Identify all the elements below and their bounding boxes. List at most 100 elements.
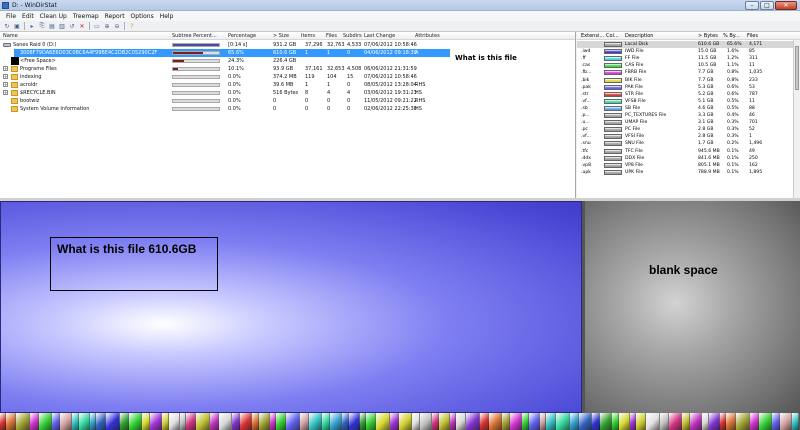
extension-row[interactable]: .vp8 VP8 File 805.1 MB 0.1% 162 xyxy=(577,162,800,169)
menu-clean-up[interactable]: Clean Up xyxy=(37,11,70,21)
treemap-file-tile[interactable] xyxy=(660,413,669,430)
directory-row[interactable]: + Programe Files 10.1% 93.9 GB 37,161 32,653 4… xyxy=(0,65,575,73)
directory-row[interactable]: System Volume Information 0.0% 0 0 0 0 02/06/2… xyxy=(0,105,575,113)
treemap-file-tile[interactable] xyxy=(169,413,180,430)
col-percent-bytes[interactable]: % By... xyxy=(723,33,740,39)
treemap-file-tile[interactable] xyxy=(286,413,300,430)
treemap-file-tile[interactable] xyxy=(342,413,349,430)
treemap-file-tile[interactable] xyxy=(399,413,412,430)
col-subtree-percent[interactable]: Subtree Percent... xyxy=(172,33,217,39)
treemap-file-tile[interactable] xyxy=(759,413,772,430)
treemap-file-tile[interactable] xyxy=(309,413,322,430)
directory-row[interactable]: 3008F79DA6E6D03C0BC6A4F99BE4C2DB2C05290C… xyxy=(14,49,450,57)
treemap-file-tile[interactable] xyxy=(259,413,270,430)
treemap-file-tile[interactable] xyxy=(480,413,489,430)
menu-file[interactable]: File xyxy=(3,11,19,21)
extension-scrollbar[interactable] xyxy=(793,40,800,198)
expand-toggle-icon[interactable]: + xyxy=(3,90,8,95)
treemap-file-tile[interactable] xyxy=(702,413,709,430)
col-color[interactable]: Col... xyxy=(606,33,619,39)
treemap-file-tile[interactable] xyxy=(60,413,72,430)
directory-row[interactable]: bootwiz 0.0% 0 0 0 0 11/05/2012 09:21:22 RHS xyxy=(0,97,575,105)
menu-options[interactable]: Options xyxy=(128,11,157,21)
treemap-file-tile[interactable] xyxy=(612,413,619,430)
treemap-file-tile[interactable] xyxy=(96,413,106,430)
treemap-file-tile[interactable] xyxy=(529,413,540,430)
treemap-file-tile[interactable] xyxy=(579,413,592,430)
treemap-file-tile[interactable] xyxy=(322,413,330,430)
copy-icon[interactable]: ⎘ xyxy=(38,22,46,30)
treemap-file-tile[interactable] xyxy=(792,413,799,430)
treemap-file-tile[interactable] xyxy=(750,413,759,430)
zoom-in-icon[interactable]: ⊕ xyxy=(103,22,111,30)
treemap-file-tile[interactable] xyxy=(142,413,150,430)
treemap-file-tile[interactable] xyxy=(276,413,286,430)
extension-row[interactable]: .bik BIK File 7.7 GB 0.8% 233 xyxy=(577,77,800,84)
scrollbar-thumb[interactable] xyxy=(795,46,799,90)
treemap-file-tile[interactable] xyxy=(466,413,480,430)
menu-help[interactable]: Help xyxy=(157,11,177,21)
col-name[interactable]: Name xyxy=(3,33,18,39)
col-files[interactable]: Files xyxy=(326,33,337,39)
extension-row[interactable]: .pak PAK File 5.3 GB 0.6% 53 xyxy=(577,84,800,91)
refresh-icon[interactable]: ↻ xyxy=(3,22,11,30)
extension-row[interactable]: .snu SNU File 1.7 GB 0.2% 1,496 xyxy=(577,140,800,147)
new-folder-icon[interactable]: ▭ xyxy=(93,22,101,30)
extension-row[interactable]: .sb SB File 4.6 GB 0.5% 88 xyxy=(577,105,800,112)
extension-row[interactable]: .vf... VFSI File 2.8 GB 0.3% 1 xyxy=(577,133,800,140)
treemap-file-tile[interactable] xyxy=(619,413,630,430)
treemap-file-tile[interactable] xyxy=(79,413,90,430)
treemap-file-tile[interactable] xyxy=(439,413,450,430)
extension-row[interactable]: .iwd IWD File 15.0 GB 1.6% 85 xyxy=(577,48,800,55)
extension-row[interactable]: .upk UPK File 788.9 MB 0.1% 1,895 xyxy=(577,169,800,176)
open-icon[interactable]: ▤ xyxy=(48,22,56,30)
treemap-file-tile[interactable] xyxy=(240,413,252,430)
treemap-file-tile[interactable] xyxy=(510,413,522,430)
treemap-block-free-space[interactable]: blank space xyxy=(585,201,800,413)
treemap-file-tile[interactable] xyxy=(366,413,376,430)
treemap-file-tile[interactable] xyxy=(489,413,502,430)
extension-row[interactable]: .tfc TFC File 945.6 MB 0.1% 49 xyxy=(577,148,800,155)
col-items[interactable]: Items xyxy=(301,33,315,39)
directory-row[interactable]: Sanes Raid 0 (D:) [0:14 s] 931.2 GB 37,296 3… xyxy=(0,41,575,49)
col-subdirs[interactable]: Subdirs xyxy=(343,33,362,39)
col-bytes[interactable]: > Bytes xyxy=(698,33,718,39)
treemap-small-files-strip[interactable] xyxy=(0,413,800,430)
col-extension[interactable]: Extensi... xyxy=(581,33,604,39)
treemap-file-tile[interactable] xyxy=(72,413,79,430)
treemap-file-tile[interactable] xyxy=(330,413,342,430)
treemap-file-tile[interactable] xyxy=(162,413,169,430)
treemap-file-tile[interactable] xyxy=(39,413,52,430)
treemap-file-tile[interactable] xyxy=(186,413,196,430)
extension-row[interactable]: .p... PC_TEXTURES File 3.3 GB 0.4% 46 xyxy=(577,112,800,119)
expand-toggle-icon[interactable]: + xyxy=(3,74,8,79)
treemap-file-tile[interactable] xyxy=(390,413,399,430)
select-icon[interactable]: ▣ xyxy=(13,22,21,30)
extension-row[interactable]: .cas CAS File 10.5 GB 1.1% 11 xyxy=(577,62,800,69)
directory-row[interactable]: + indexing 0.0% 374.2 MB 119 104 15 07/06/2012 … xyxy=(0,73,575,81)
treemap-file-tile[interactable] xyxy=(709,413,720,430)
treemap-file-tile[interactable] xyxy=(592,413,600,430)
treemap-file-tile[interactable] xyxy=(780,413,792,430)
extension-list[interactable]: Extensi... Col... Description > Bytes % … xyxy=(577,32,800,198)
treemap-file-tile[interactable] xyxy=(556,413,570,430)
extension-row[interactable]: .ff FF File 11.5 GB 1.2% 311 xyxy=(577,55,800,62)
expand-toggle-icon[interactable]: + xyxy=(3,66,8,71)
menu-edit[interactable]: Edit xyxy=(19,11,37,21)
expand-toggle-icon[interactable]: + xyxy=(3,82,8,87)
treemap-file-tile[interactable] xyxy=(669,413,682,430)
menu-report[interactable]: Report xyxy=(102,11,128,21)
treemap-file-tile[interactable] xyxy=(432,413,439,430)
treemap-file-tile[interactable] xyxy=(376,413,390,430)
col-size[interactable]: > Size xyxy=(273,33,289,39)
extension-row[interactable]: .u... UMAP File 3.1 GB 0.3% 701 xyxy=(577,119,800,126)
close-button[interactable]: ✕ xyxy=(775,1,797,10)
extension-row[interactable]: Local Disk 610.6 GB 65.6% 4,171 xyxy=(577,41,800,49)
treemap-file-tile[interactable] xyxy=(600,413,612,430)
col-percentage[interactable]: Percentage xyxy=(228,33,256,39)
treemap-file-tile[interactable] xyxy=(736,413,750,430)
treemap-file-tile[interactable] xyxy=(726,413,736,430)
treemap[interactable]: What is this file 610.6GB blank space xyxy=(0,201,800,430)
extension-row[interactable]: .vf... VFS8 File 5.1 GB 0.5% 11 xyxy=(577,98,800,105)
extension-row[interactable]: .str STR File 5.2 GB 0.6% 787 xyxy=(577,91,800,98)
